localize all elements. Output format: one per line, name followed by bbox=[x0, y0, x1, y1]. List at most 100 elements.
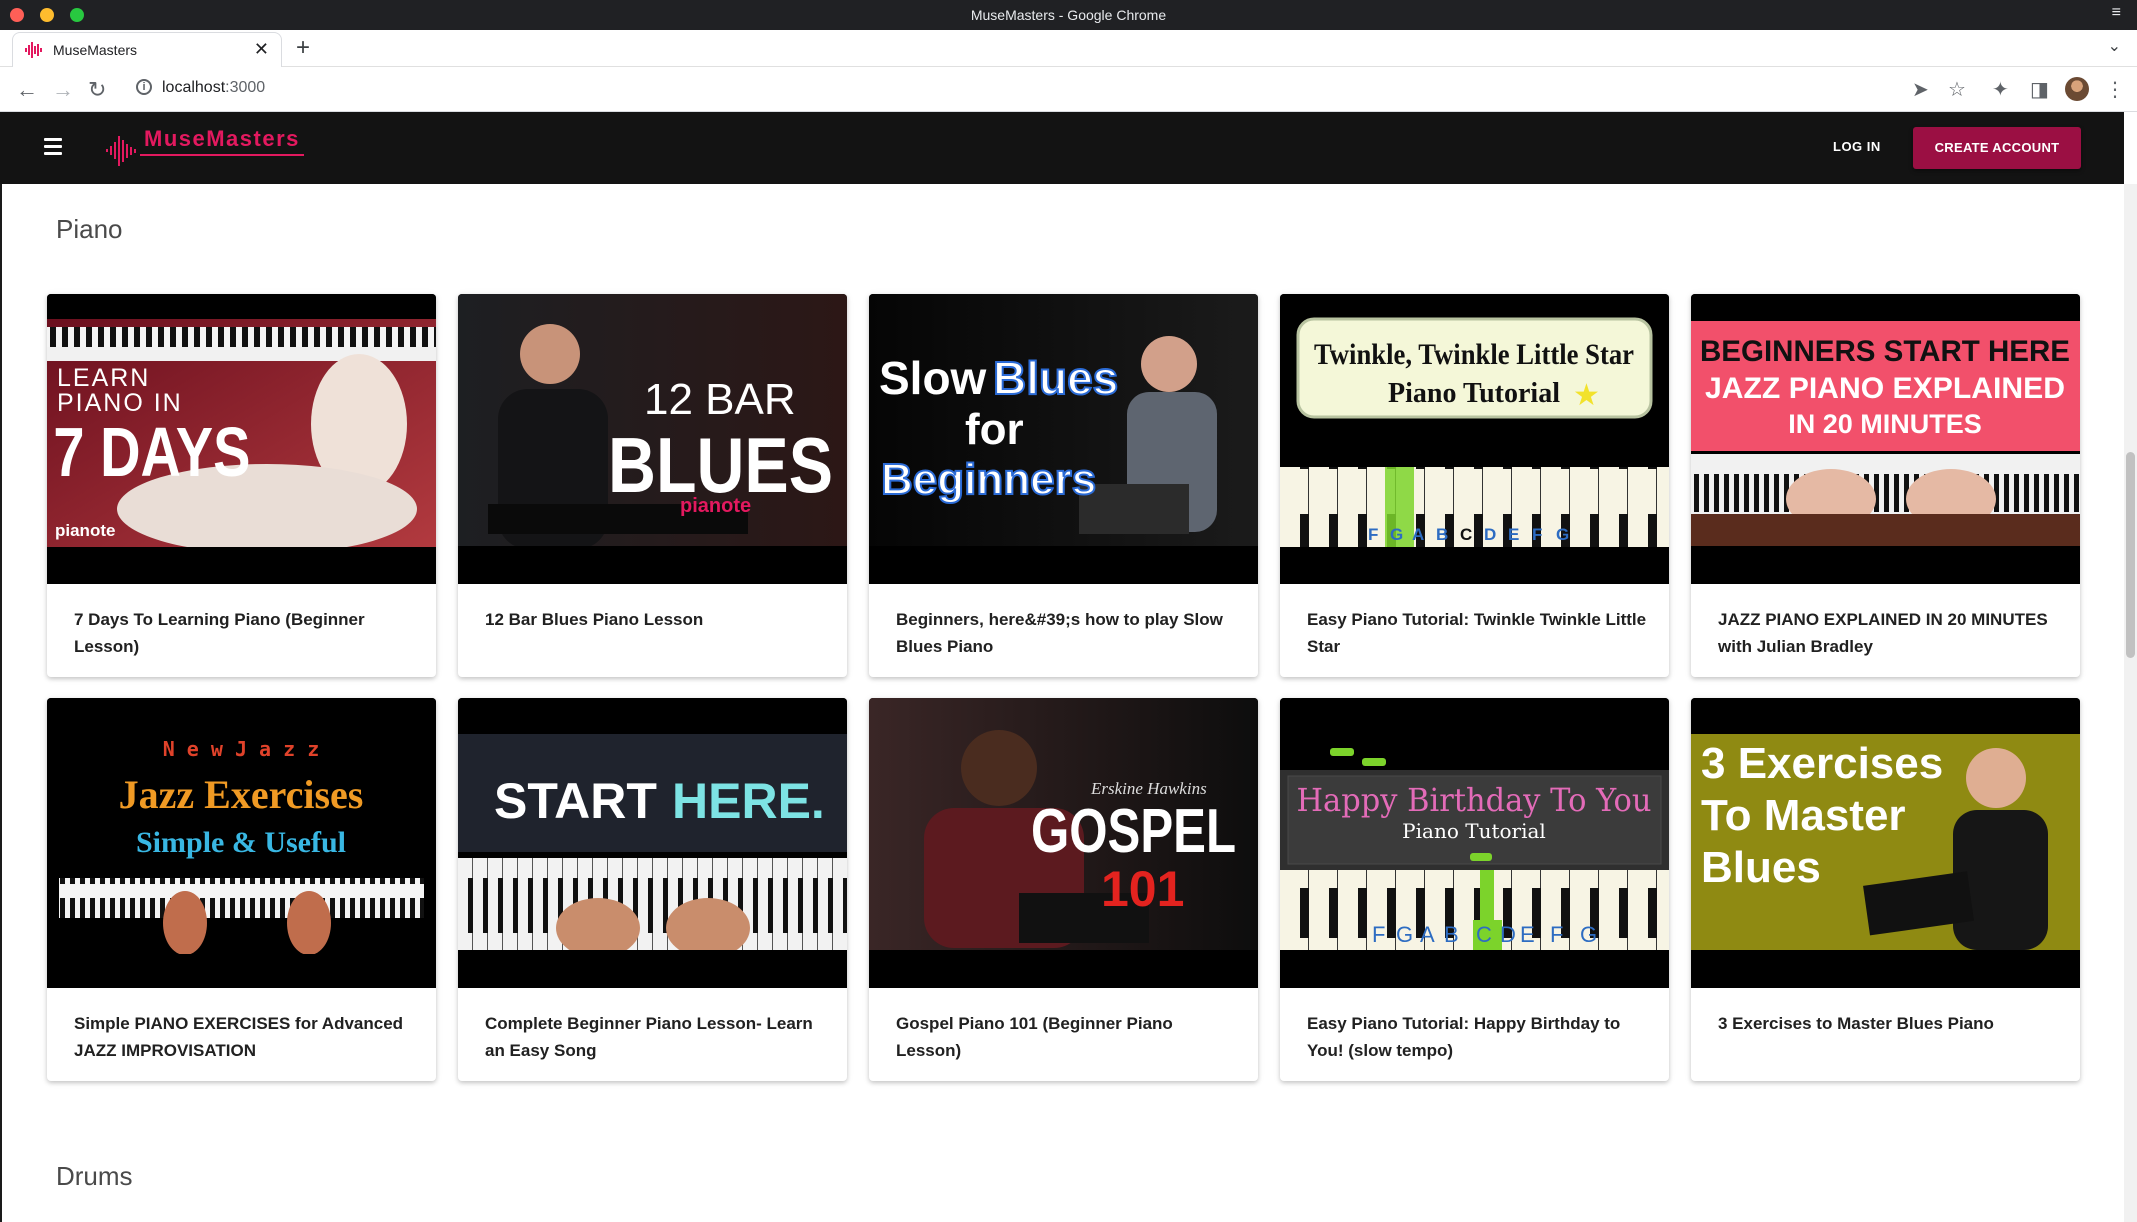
video-card[interactable]: Erskine Hawkins GOSPEL 101 Gospel Piano … bbox=[869, 698, 1258, 1081]
video-title: 12 Bar Blues Piano Lesson bbox=[485, 610, 704, 629]
key-label: B bbox=[1436, 525, 1448, 544]
bookmark-star-icon[interactable]: ☆ bbox=[1948, 77, 1966, 102]
browser-tab[interactable]: MuseMasters ✕ bbox=[12, 32, 282, 67]
thumb-text: pianote bbox=[680, 495, 751, 517]
thumb-text: To Master bbox=[1701, 791, 1906, 840]
thumb-text: START bbox=[494, 773, 657, 829]
scrollbar-thumb[interactable] bbox=[2126, 452, 2135, 658]
video-card[interactable]: Slow Blues for Beginners Beginners, here… bbox=[869, 294, 1258, 677]
video-title: 3 Exercises to Master Blues Piano bbox=[1718, 1014, 1994, 1033]
tab-title: MuseMasters bbox=[53, 42, 138, 58]
thumb-text: 3 Exercises bbox=[1701, 739, 1943, 788]
page-content: Piano LEARN PIANO IN 7 DAYS pianote 7 Da… bbox=[0, 184, 2124, 1222]
url-port: :3000 bbox=[225, 79, 266, 96]
video-thumbnail: START HERE. bbox=[458, 698, 847, 988]
video-card[interactable]: 12 BAR BLUES pianote 12 Bar Blues Piano … bbox=[458, 294, 847, 677]
reload-icon[interactable]: ↻ bbox=[88, 77, 106, 103]
key-label: F bbox=[1372, 922, 1385, 947]
video-thumbnail: LEARN PIANO IN 7 DAYS pianote bbox=[47, 294, 436, 584]
thumb-text: HERE. bbox=[672, 773, 825, 829]
key-label: E bbox=[1520, 922, 1535, 947]
create-account-button[interactable]: CREATE ACCOUNT bbox=[1913, 127, 2081, 169]
video-title: Easy Piano Tutorial: Happy Birthday to Y… bbox=[1307, 1014, 1621, 1060]
back-arrow-icon[interactable]: ← bbox=[16, 77, 38, 103]
video-title: Easy Piano Tutorial: Twinkle Twinkle Lit… bbox=[1307, 610, 1647, 656]
thumb-text: Slow bbox=[879, 352, 987, 404]
address-bar: ← → ↻ i localhost:3000 ➤ ☆ ✦ ◨ ⋮ bbox=[0, 67, 2137, 112]
video-thumbnail: Erskine Hawkins GOSPEL 101 bbox=[869, 698, 1258, 988]
extensions-puzzle-icon[interactable]: ✦ bbox=[1992, 77, 2009, 102]
key-label: G bbox=[1396, 922, 1413, 947]
thumb-text: 12 BAR bbox=[644, 375, 796, 424]
thumb-text: Blues bbox=[1701, 843, 1821, 892]
window-menu-icon[interactable]: ≡ bbox=[2112, 4, 2121, 22]
video-title: Simple PIANO EXERCISES for Advanced JAZZ… bbox=[74, 1014, 404, 1060]
musemasters-favicon-icon bbox=[25, 42, 42, 58]
site-info-icon[interactable]: i bbox=[136, 79, 152, 95]
video-card[interactable]: Happy Birthday To You Piano Tutorial F G… bbox=[1280, 698, 1669, 1081]
thumb-text: Piano Tutorial bbox=[1402, 819, 1546, 843]
page-scrollbar[interactable] bbox=[2124, 184, 2137, 1222]
video-thumbnail: Slow Blues for Beginners bbox=[869, 294, 1258, 584]
video-card[interactable]: START HERE. Complete Beginner Piano Less… bbox=[458, 698, 847, 1081]
thumb-text: Beginners bbox=[881, 455, 1096, 504]
thumb-text: LEARN bbox=[57, 364, 150, 392]
video-card[interactable]: Twinkle, Twinkle Little Star Piano Tutor… bbox=[1280, 294, 1669, 677]
video-title: Complete Beginner Piano Lesson- Learn an… bbox=[485, 1014, 813, 1060]
key-label: C bbox=[1460, 525, 1472, 544]
url-host: localhost bbox=[162, 79, 226, 96]
video-card[interactable]: 3 Exercises To Master Blues 3 Exercises … bbox=[1691, 698, 2080, 1081]
thumb-text: Jazz Exercises bbox=[119, 772, 364, 817]
video-thumbnail: BEGINNERS START HERE JAZZ PIANO EXPLAINE… bbox=[1691, 294, 2080, 584]
forward-arrow-icon[interactable]: → bbox=[52, 77, 74, 103]
window-titlebar: MuseMasters - Google Chrome ≡ bbox=[0, 0, 2137, 30]
key-label: C bbox=[1476, 922, 1492, 947]
section-title-piano: Piano bbox=[56, 214, 123, 244]
url-field[interactable]: localhost:3000 bbox=[162, 79, 265, 97]
thumb-text: Blues bbox=[993, 352, 1118, 404]
thumb-text: PIANO IN bbox=[57, 389, 183, 417]
send-tab-icon[interactable]: ➤ bbox=[1912, 77, 1929, 102]
thumb-text: 101 bbox=[1101, 861, 1184, 917]
key-label: G bbox=[1390, 525, 1403, 544]
key-label: F bbox=[1532, 525, 1542, 544]
thumb-text: Twinkle, Twinkle Little Star bbox=[1314, 338, 1634, 371]
thumb-text: 7 DAYS bbox=[53, 414, 250, 491]
tab-strip: MuseMasters ✕ + ⌄ bbox=[0, 30, 2137, 67]
window-edge bbox=[0, 184, 2, 1222]
video-card[interactable]: N e w J a z z Jazz Exercises Simple & Us… bbox=[47, 698, 436, 1081]
hamburger-menu-icon[interactable] bbox=[44, 138, 62, 159]
key-label: G bbox=[1556, 525, 1569, 544]
thumb-text: N e w J a z z bbox=[163, 737, 320, 761]
key-label: E bbox=[1508, 525, 1519, 544]
new-tab-icon[interactable]: + bbox=[296, 34, 310, 62]
musemasters-logo-icon[interactable] bbox=[104, 130, 144, 170]
chrome-menu-icon[interactable]: ⋮ bbox=[2105, 77, 2125, 102]
tab-search-chevron-icon[interactable]: ⌄ bbox=[2108, 36, 2121, 56]
video-thumbnail: N e w J a z z Jazz Exercises Simple & Us… bbox=[47, 698, 436, 988]
video-thumbnail: 3 Exercises To Master Blues bbox=[1691, 698, 2080, 988]
login-button[interactable]: LOG IN bbox=[1833, 139, 1881, 154]
video-thumbnail: Happy Birthday To You Piano Tutorial F G… bbox=[1280, 698, 1669, 988]
logo-wordmark[interactable]: MuseMasters bbox=[144, 126, 300, 152]
video-title: Gospel Piano 101 (Beginner Piano Lesson) bbox=[896, 1014, 1173, 1060]
thumb-text: Piano Tutorial bbox=[1388, 378, 1560, 409]
logo-underline bbox=[140, 154, 304, 156]
video-thumbnail: 12 BAR BLUES pianote bbox=[458, 294, 847, 584]
thumb-text: for bbox=[965, 405, 1024, 454]
video-card[interactable]: BEGINNERS START HERE JAZZ PIANO EXPLAINE… bbox=[1691, 294, 2080, 677]
profile-avatar[interactable] bbox=[2065, 77, 2089, 101]
key-label: F bbox=[1550, 922, 1563, 947]
key-label: A bbox=[1412, 525, 1424, 544]
star-icon: ★ bbox=[1573, 379, 1600, 412]
key-label: D bbox=[1484, 525, 1496, 544]
close-tab-icon[interactable]: ✕ bbox=[254, 39, 269, 60]
thumb-text: IN 20 MINUTES bbox=[1788, 409, 1982, 439]
video-card[interactable]: LEARN PIANO IN 7 DAYS pianote 7 Days To … bbox=[47, 294, 436, 677]
side-panel-icon[interactable]: ◨ bbox=[2030, 77, 2049, 102]
key-label: G bbox=[1580, 922, 1597, 947]
window-title: MuseMasters - Google Chrome bbox=[970, 7, 1167, 23]
thumb-text: pianote bbox=[55, 521, 115, 540]
section-title-drums: Drums bbox=[56, 1161, 133, 1191]
thumb-text: Simple & Useful bbox=[136, 826, 346, 859]
